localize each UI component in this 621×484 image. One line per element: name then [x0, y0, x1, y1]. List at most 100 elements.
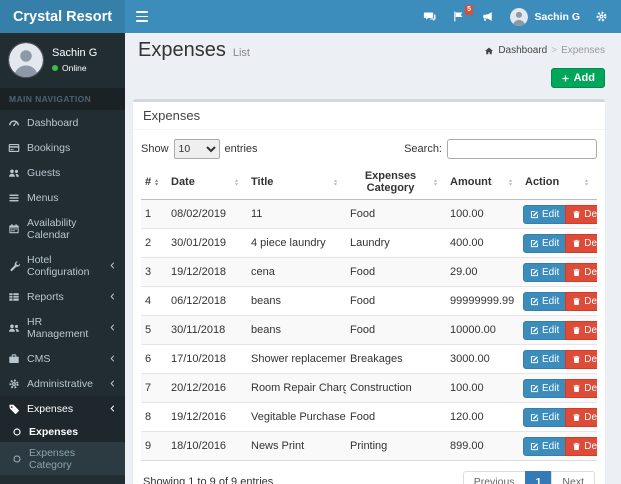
page-length-control: Show 10 entries	[141, 139, 258, 159]
column-header-action[interactable]: Action	[521, 168, 597, 200]
sidebar-item-bookings[interactable]: Bookings	[0, 135, 125, 160]
sidebar-item-label: Guests	[27, 166, 61, 179]
cell-title: beans	[247, 315, 346, 345]
sidebar-subitem-expenses[interactable]: Expenses	[0, 421, 125, 442]
edit-button[interactable]: Edit	[523, 291, 567, 311]
sidebar-subitem-expenses-category[interactable]: Expenses Category	[0, 442, 125, 475]
sidebar-item-hotel-configuration[interactable]: Hotel Configuration	[0, 247, 125, 284]
cell-title: Shower replacements	[247, 344, 346, 374]
sidebar-item-dashboard[interactable]: Dashboard	[0, 110, 125, 135]
trash-icon	[572, 384, 581, 393]
pencil-square-icon	[530, 326, 539, 335]
avatar-icon	[510, 7, 529, 26]
delete-button[interactable]: Delete	[565, 204, 597, 224]
cell-amount: 10000.00	[446, 315, 521, 345]
megaphone-button[interactable]	[481, 10, 495, 24]
app-window: Crystal Resort 5 Sachin G Sachin G Online…	[0, 0, 621, 484]
delete-button[interactable]: Delete	[565, 262, 597, 282]
edit-button[interactable]: Edit	[523, 233, 567, 253]
delete-button-label: Delete	[584, 353, 597, 365]
delete-button[interactable]: Delete	[565, 349, 597, 369]
edit-button[interactable]: Edit	[523, 378, 567, 398]
navbar-user-menu[interactable]: Sachin G	[510, 7, 580, 26]
cell-amount: 100.00	[446, 199, 521, 229]
pagination-previous[interactable]: Previous	[462, 471, 526, 484]
pencil-square-icon	[530, 210, 539, 219]
trash-icon	[572, 326, 581, 335]
edit-button[interactable]: Edit	[523, 320, 567, 340]
table-row: 8 19/12/2016 Vegitable Purchased Food 120.00…	[141, 402, 597, 432]
cell-amount: 120.00	[446, 402, 521, 432]
delete-button[interactable]: Delete	[565, 291, 597, 311]
column-header-label: Date	[171, 176, 195, 188]
cell-action: Edit Delete	[521, 257, 597, 287]
add-button[interactable]: Add	[550, 68, 605, 88]
breadcrumb-separator: >	[551, 45, 558, 56]
brand-logo[interactable]: Crystal Resort	[0, 0, 125, 33]
sidebar-item-reports[interactable]: Reports	[0, 284, 125, 309]
sidebar-item-expenses[interactable]: Expenses	[0, 396, 125, 421]
sidebar-item-menus[interactable]: Menus	[0, 185, 125, 210]
column-header-expenses-category[interactable]: Expenses Category	[346, 168, 446, 200]
edit-button-label: Edit	[542, 440, 560, 452]
column-header-amount[interactable]: Amount	[446, 168, 521, 200]
sidebar-item-guests[interactable]: Guests	[0, 160, 125, 185]
sidebar-item-hr-management[interactable]: HR Management	[0, 309, 125, 346]
sidebar-item-availability-calendar[interactable]: Availability Calendar	[0, 210, 125, 247]
delete-button-label: Delete	[584, 440, 597, 452]
trash-icon	[572, 413, 581, 422]
sidebar-item-cms[interactable]: CMS	[0, 346, 125, 371]
trash-icon	[572, 210, 581, 219]
sidebar-item-label: HR Management	[27, 315, 89, 340]
edit-button-label: Edit	[542, 237, 560, 249]
pagination-next[interactable]: Next	[551, 471, 595, 484]
column-header-date[interactable]: Date	[167, 168, 247, 200]
delete-button[interactable]: Delete	[565, 436, 597, 456]
delete-button[interactable]: Delete	[565, 378, 597, 398]
search-input[interactable]	[447, 139, 597, 159]
cell-amount: 99999999.99	[446, 286, 521, 316]
sidebar-item-label: Administrative	[27, 377, 93, 390]
cell-date: 06/12/2018	[167, 286, 247, 316]
edit-button[interactable]: Edit	[523, 262, 567, 282]
column-header-[interactable]: #	[141, 168, 167, 200]
pencil-square-icon	[530, 239, 539, 248]
delete-button-label: Delete	[584, 208, 597, 220]
cell-category: Food	[346, 286, 446, 316]
column-header-title[interactable]: Title	[247, 168, 346, 200]
comments-button[interactable]	[423, 10, 437, 24]
delete-button[interactable]: Delete	[565, 407, 597, 427]
cell-action: Edit Delete	[521, 402, 597, 432]
cell-amount: 100.00	[446, 373, 521, 403]
chevron-left-icon	[108, 354, 117, 363]
edit-button[interactable]: Edit	[523, 349, 567, 369]
delete-button-label: Delete	[584, 237, 597, 249]
sidebar-item-label: Reports	[27, 290, 64, 303]
search-label: Search:	[404, 143, 442, 155]
delete-button-label: Delete	[584, 266, 597, 278]
pagination-1[interactable]: 1	[524, 471, 553, 484]
table-row: 9 18/10/2016 News Print Printing 899.00 Edit D…	[141, 431, 597, 461]
cell-category: Food	[346, 199, 446, 229]
edit-button[interactable]: Edit	[523, 407, 567, 427]
cell-date: 30/01/2019	[167, 228, 247, 258]
flag-button[interactable]: 5	[452, 4, 474, 24]
cell-category: Food	[346, 402, 446, 432]
delete-button[interactable]: Delete	[565, 320, 597, 340]
settings-button[interactable]	[595, 10, 609, 24]
page-size-select[interactable]: 10	[173, 139, 220, 159]
table-row: 617/10/2018Shower replacementsBreakages3…	[141, 344, 597, 374]
edit-button[interactable]: Edit	[523, 204, 567, 224]
sort-icon	[433, 177, 442, 188]
delete-button[interactable]: Delete	[565, 233, 597, 253]
breadcrumb-item-dashboard[interactable]: Dashboard	[498, 45, 547, 56]
sidebar-item-label: CMS	[27, 352, 51, 365]
sidebar-item-administrative[interactable]: Administrative	[0, 371, 125, 396]
cell-action: Edit Delete	[521, 344, 597, 374]
users-icon	[8, 167, 20, 179]
edit-button[interactable]: Edit	[523, 436, 567, 456]
avatar	[8, 42, 44, 78]
sidebar-toggle-button[interactable]	[125, 0, 159, 33]
sidebar-section-label: MAIN NAVIGATION	[0, 88, 125, 110]
page-title: Expenses	[138, 39, 226, 61]
